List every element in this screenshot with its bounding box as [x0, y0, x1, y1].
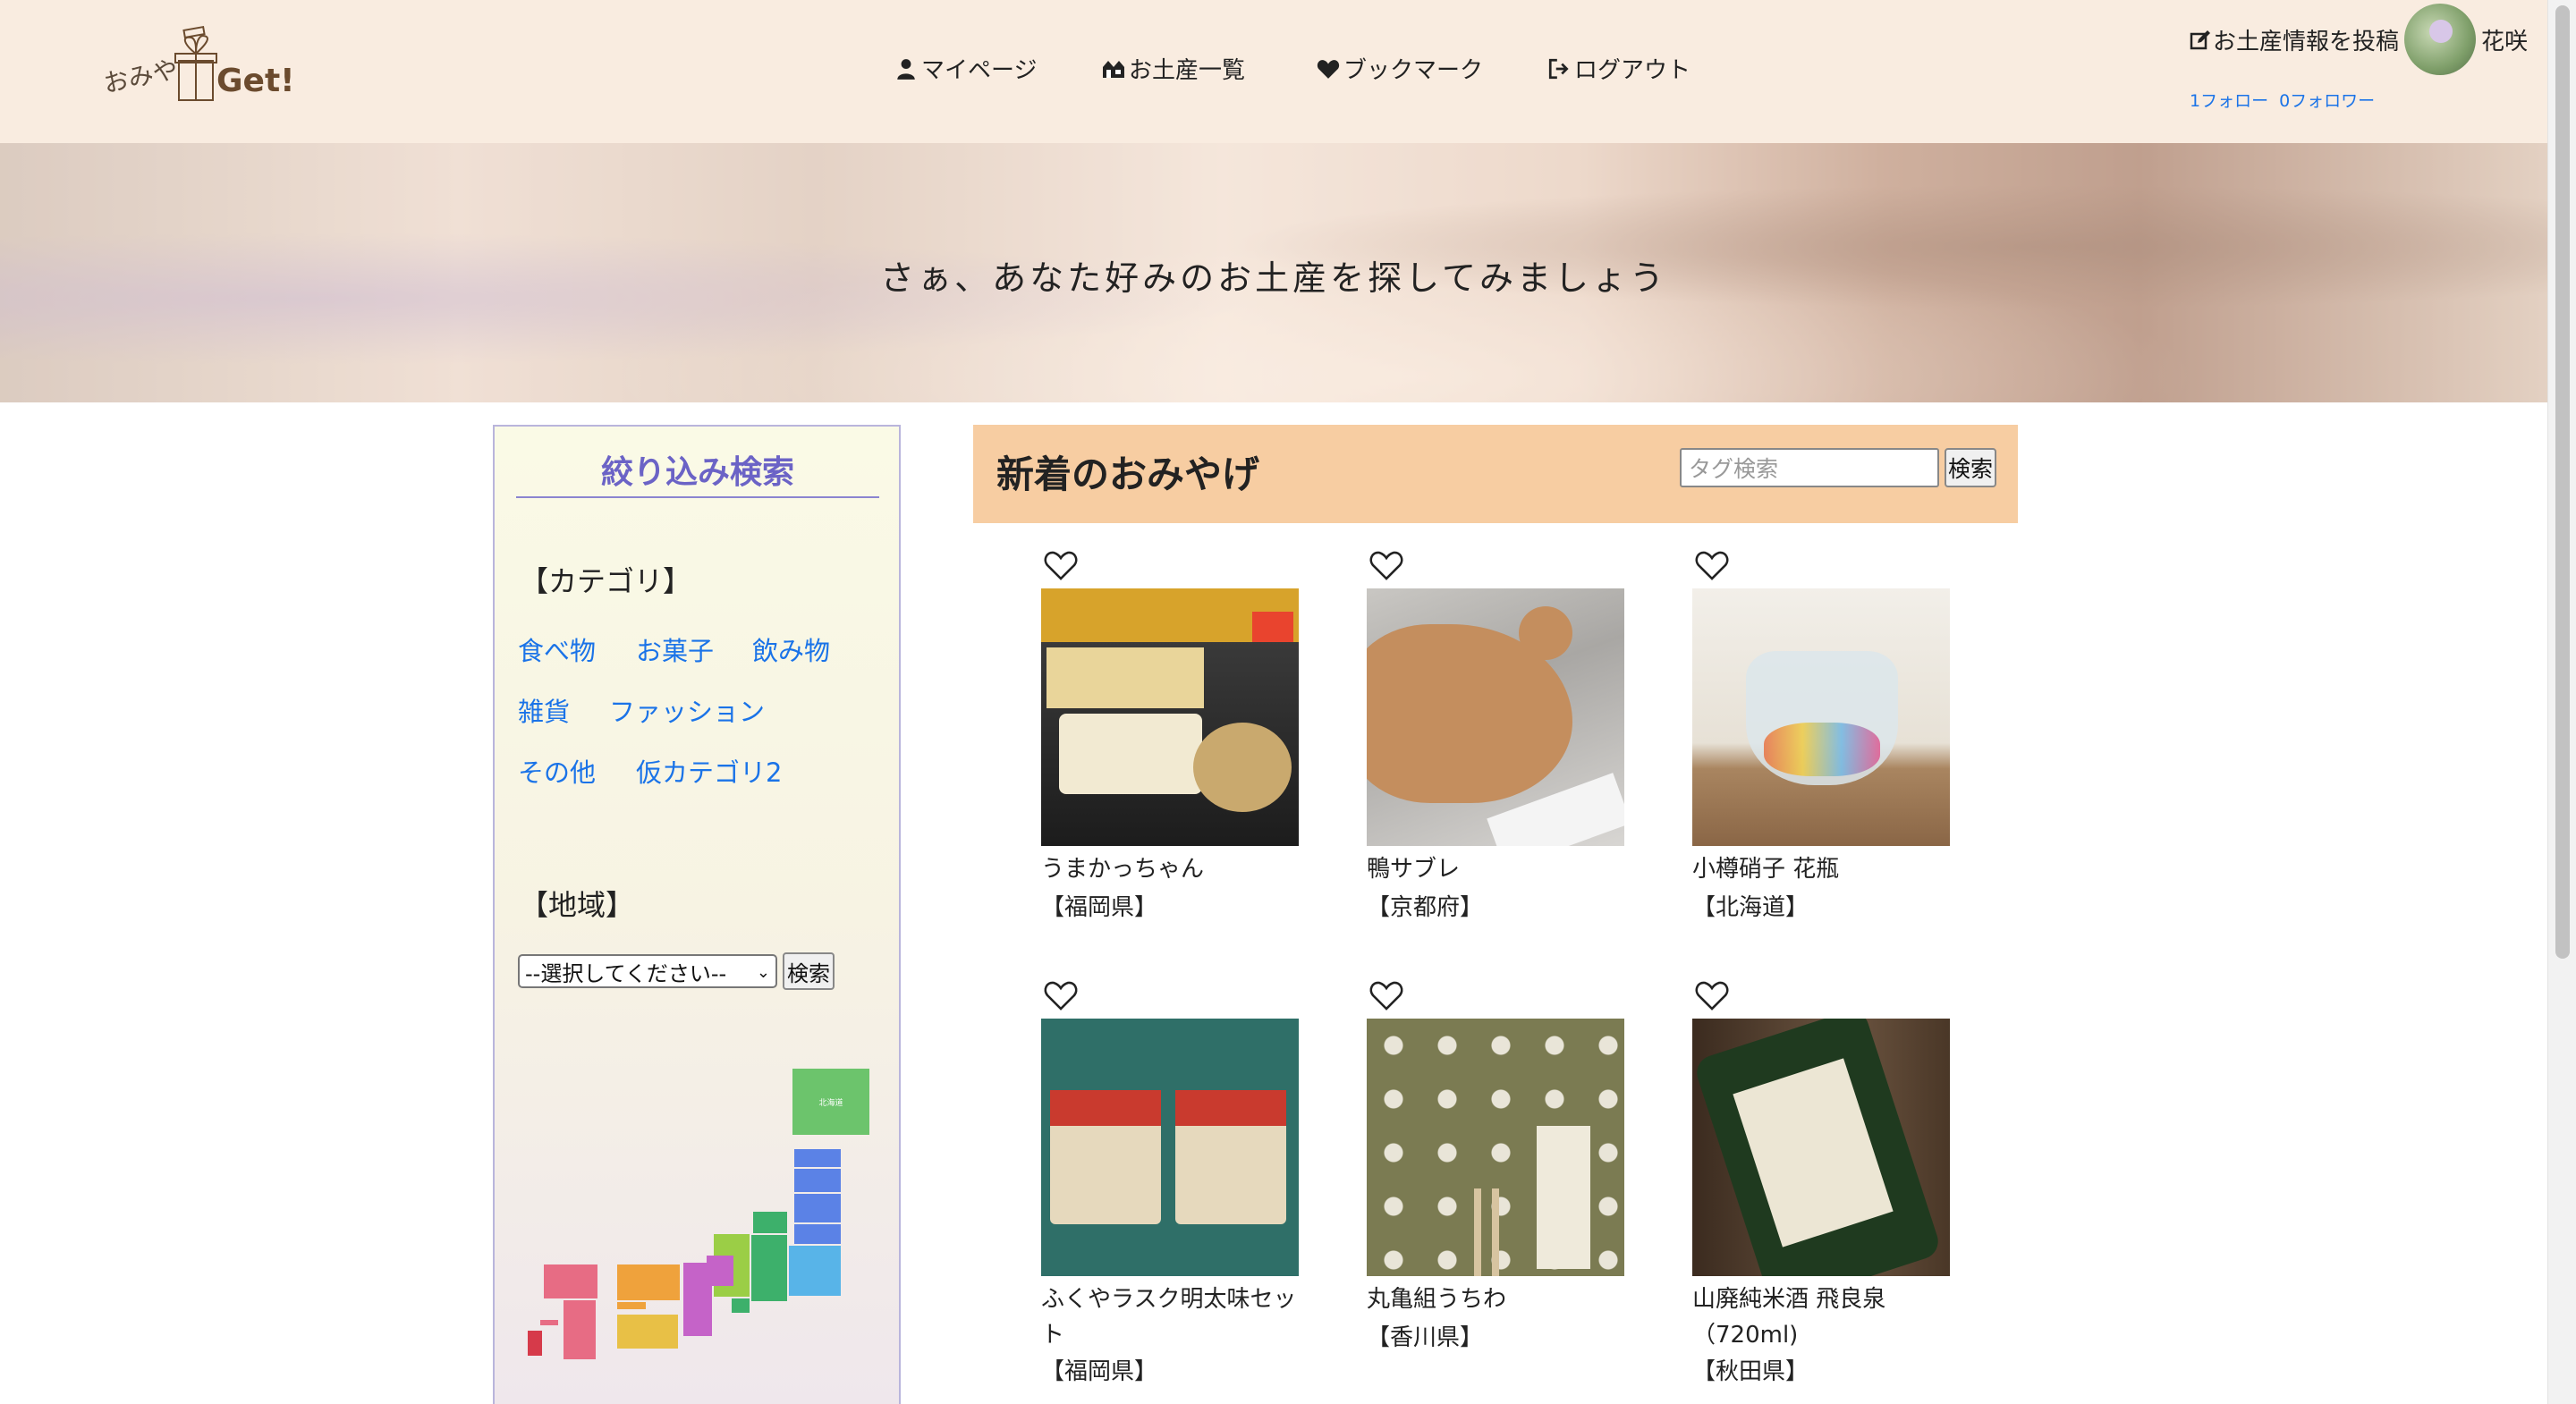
avatar-image	[2429, 20, 2453, 43]
category-link-fashion[interactable]: ファッション	[609, 691, 765, 729]
bookmark-heart-icon[interactable]	[1043, 977, 1079, 1013]
logout-icon	[1548, 58, 1569, 79]
souvenir-prefecture: 【香川県】	[1367, 1324, 1484, 1351]
bookmark-heart-icon[interactable]	[1368, 977, 1404, 1013]
bookmark-heart-icon[interactable]	[1694, 547, 1730, 583]
nav-bookmark[interactable]: ブックマーク	[1317, 52, 1483, 85]
map-region-okinawa[interactable]	[528, 1331, 542, 1356]
souvenir-name[interactable]: ふくやラスク明太味セット	[1041, 1281, 1301, 1353]
souvenir-name[interactable]: 小樽硝子 花瓶	[1692, 851, 1952, 887]
chevron-down-icon: ⌄	[756, 963, 770, 982]
category-link-drinks[interactable]: 飲み物	[752, 630, 830, 668]
bookmark-heart-icon[interactable]	[1368, 547, 1404, 583]
hero-banner: さぁ、あなた好みのお土産を探してみましょう	[0, 143, 2547, 402]
souvenir-image[interactable]	[1367, 588, 1624, 846]
nav-souvenir-list-label: お土産一覧	[1129, 57, 1246, 84]
page-scrollbar[interactable]	[2547, 0, 2576, 1404]
souvenir-prefecture: 【北海道】	[1692, 894, 1809, 921]
map-region-kyushu-1[interactable]	[544, 1264, 597, 1298]
region-search-button[interactable]: 検索	[783, 952, 835, 990]
souvenir-card[interactable]: 小樽硝子 花瓶 【北海道】	[1692, 547, 1952, 923]
nav-logout-label: ログアウト	[1574, 57, 1691, 84]
map-region-tohoku-2[interactable]	[794, 1169, 841, 1192]
souvenir-image[interactable]	[1041, 588, 1299, 846]
map-region-chubu-2[interactable]	[751, 1235, 787, 1301]
souvenir-name[interactable]: うまかっちゃん	[1041, 851, 1301, 887]
follow-stats: 1フォロー 0フォロワー	[2190, 88, 2385, 112]
map-region-shikoku-1[interactable]	[617, 1315, 678, 1349]
souvenir-name[interactable]: 鴨サブレ	[1367, 851, 1626, 887]
map-region-tohoku-1[interactable]	[794, 1149, 841, 1167]
nav-bookmark-label: ブックマーク	[1343, 57, 1484, 84]
sidebar-title: 絞り込み検索	[516, 446, 879, 498]
map-region-kyushu-3[interactable]	[540, 1320, 558, 1325]
post-souvenir-link[interactable]: お土産情報を投稿	[2190, 23, 2399, 56]
username[interactable]: 花咲	[2481, 23, 2528, 56]
nav-logout[interactable]: ログアウト	[1547, 52, 1690, 85]
region-select[interactable]: --選択してください-- ⌄	[518, 954, 777, 988]
souvenir-image[interactable]	[1367, 1019, 1624, 1276]
page-title: 新着のおみやげ	[996, 452, 1260, 496]
category-link-other[interactable]: その他	[518, 752, 596, 790]
souvenir-prefecture: 【秋田県】	[1692, 1358, 1809, 1385]
site-header: おみや Get! マイページ お土産一覧 ブックマーク ログアウト お土産情報を…	[0, 0, 2547, 143]
site-logo[interactable]: おみや Get!	[98, 23, 304, 113]
nav-mypage[interactable]: マイページ	[894, 52, 1037, 85]
user-icon	[897, 58, 915, 80]
map-region-kanto-1[interactable]	[789, 1246, 841, 1296]
souvenir-card[interactable]: ふくやラスク明太味セット 【福岡県】	[1041, 977, 1301, 1389]
post-souvenir-label: お土産情報を投稿	[2213, 29, 2400, 55]
logo-text-omiya: おみや	[100, 54, 181, 99]
souvenir-card[interactable]: うまかっちゃん 【福岡県】	[1041, 547, 1301, 923]
tag-search-placeholder: タグ検索	[1689, 456, 1779, 482]
edit-icon	[2190, 30, 2210, 49]
logo-text-get: Get!	[216, 63, 295, 99]
avatar[interactable]	[2404, 4, 2476, 75]
souvenir-image[interactable]	[1041, 1019, 1299, 1276]
scrollbar-thumb[interactable]	[2555, 5, 2570, 959]
souvenir-prefecture: 【京都府】	[1367, 894, 1484, 921]
map-region-tohoku-4[interactable]	[794, 1224, 841, 1244]
map-region-chugoku-2[interactable]	[617, 1302, 646, 1309]
souvenir-name[interactable]: 丸亀組うちわ	[1367, 1281, 1626, 1317]
category-link-goods[interactable]: 雑貨	[518, 691, 570, 729]
map-region-hokkaido[interactable]: 北海道	[792, 1069, 869, 1135]
nav-souvenir-list[interactable]: お土産一覧	[1102, 52, 1245, 85]
souvenir-prefecture: 【福岡県】	[1041, 894, 1158, 921]
souvenir-card[interactable]: 山廃純米酒 飛良泉（720ml) 【秋田県】	[1692, 977, 1952, 1389]
following-count[interactable]: 1フォロー	[2190, 91, 2268, 111]
gift-box-icon	[174, 25, 217, 101]
region-select-value: --選択してください--	[525, 960, 727, 986]
souvenir-name[interactable]: 山廃純米酒 飛良泉（720ml)	[1692, 1281, 1952, 1353]
souvenir-prefecture: 【福岡県】	[1041, 1358, 1158, 1385]
category-link-sweets[interactable]: お菓子	[636, 630, 714, 668]
bookmark-heart-icon[interactable]	[1043, 547, 1079, 583]
followers-count[interactable]: 0フォロワー	[2279, 91, 2375, 111]
bookmark-heart-icon[interactable]	[1694, 977, 1730, 1013]
heart-icon	[1317, 59, 1340, 79]
map-label-hokkaido: 北海道	[818, 1098, 843, 1108]
map-region-tohoku-3[interactable]	[794, 1194, 841, 1222]
tag-search-input[interactable]: タグ検索	[1680, 448, 1939, 487]
souvenir-image[interactable]	[1692, 588, 1950, 846]
category-heading: 【カテゴリ】	[520, 564, 692, 598]
souvenir-image[interactable]	[1692, 1019, 1950, 1276]
new-souvenirs-header: 新着のおみやげ タグ検索 検索	[973, 425, 2018, 523]
category-link-food[interactable]: 食べ物	[518, 630, 596, 668]
category-link-temp2[interactable]: 仮カテゴリ2	[636, 752, 782, 790]
region-heading: 【地域】	[520, 888, 635, 922]
map-region-chugoku-1[interactable]	[617, 1264, 680, 1300]
map-region-chubu-4[interactable]	[732, 1298, 750, 1313]
hero-text: さぁ、あなた好みのお土産を探してみましょう	[879, 258, 1668, 298]
souvenir-card[interactable]: 丸亀組うちわ 【香川県】	[1367, 977, 1626, 1353]
map-region-kyushu-2[interactable]	[564, 1300, 596, 1359]
map-region-kinki-2[interactable]	[707, 1256, 733, 1286]
shop-icon	[1103, 60, 1124, 78]
map-region-chubu-1[interactable]	[753, 1212, 787, 1233]
souvenir-card[interactable]: 鴨サブレ 【京都府】	[1367, 547, 1626, 923]
nav-mypage-label: マイページ	[921, 57, 1038, 84]
tag-search-button[interactable]: 検索	[1945, 448, 1996, 487]
